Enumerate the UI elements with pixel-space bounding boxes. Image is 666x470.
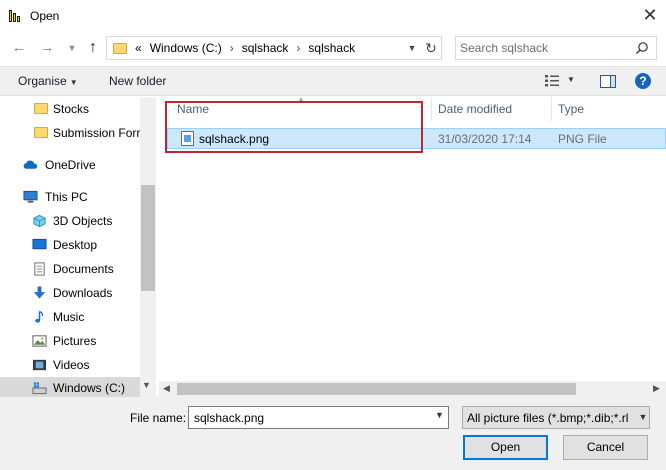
sidebar-item-label: Downloads — [53, 286, 113, 300]
command-bar: Organise ▼ New folder ▼ ? — [0, 66, 666, 96]
horizontal-scrollbar[interactable]: ◀ ▶ — [159, 381, 666, 397]
sidebar-item-label: Pictures — [53, 334, 97, 348]
sidebar-item-desktop[interactable]: Desktop — [0, 234, 140, 256]
drive-icon — [32, 382, 47, 395]
videos-icon — [32, 359, 47, 371]
preview-pane-icon[interactable] — [600, 75, 616, 88]
navigation-pane: Stocks Submission Forr OneDrive This PC … — [0, 97, 156, 397]
file-name-label: File name: — [130, 411, 187, 425]
sidebar-item-label: Videos — [53, 358, 90, 372]
address-dropdown-icon[interactable]: ▼ — [405, 40, 419, 56]
sidebar-item-label: Submission Forr — [53, 126, 140, 140]
this-pc-icon — [23, 190, 38, 203]
horizontal-scrollbar-thumb[interactable] — [177, 383, 576, 395]
organise-button[interactable]: Organise ▼ — [18, 74, 78, 88]
sidebar-item-3d-objects[interactable]: 3D Objects — [0, 210, 140, 232]
breadcrumb: « Windows (C:) › sqlshack › sqlshack — [135, 41, 355, 55]
dialog-footer: File name: sqlshack.png ▼ All picture fi… — [0, 397, 666, 470]
folder-icon — [113, 43, 127, 54]
close-icon[interactable]: ✕ — [638, 4, 662, 28]
sidebar-item-label: Windows (C:) — [53, 381, 126, 395]
back-arrow-icon[interactable]: ← — [8, 37, 30, 59]
file-date: 31/03/2020 17:14 — [438, 132, 532, 146]
sidebar-item-label: Documents — [53, 262, 114, 276]
chevron-down-icon[interactable]: ▼ — [435, 410, 444, 420]
breadcrumb-item[interactable]: sqlshack — [242, 41, 289, 55]
3d-objects-icon — [33, 214, 46, 228]
column-header-type[interactable]: Type — [558, 102, 584, 116]
search-input[interactable] — [460, 40, 630, 56]
up-arrow-icon[interactable]: ↑ — [82, 37, 104, 59]
folder-icon — [34, 127, 48, 138]
downloads-icon — [33, 286, 46, 299]
breadcrumb-separator: › — [229, 41, 234, 55]
view-options-icon[interactable] — [545, 75, 559, 87]
power-bi-icon — [9, 8, 23, 22]
column-divider[interactable] — [431, 97, 432, 121]
file-name-value: sqlshack.png — [194, 411, 265, 425]
navigation-bar: ← → ▼ ↑ « Windows (C:) › sqlshack › sqls… — [0, 32, 666, 64]
sidebar-item-documents[interactable]: Documents — [0, 258, 140, 280]
sidebar-item-label: Stocks — [53, 102, 90, 116]
new-folder-button[interactable]: New folder — [109, 74, 166, 88]
sidebar-item-videos[interactable]: Videos — [0, 354, 140, 376]
sidebar-item-onedrive[interactable]: OneDrive — [0, 154, 140, 176]
breadcrumb-separator: › — [296, 41, 301, 55]
breadcrumb-item[interactable]: sqlshack — [308, 41, 355, 55]
open-button[interactable]: Open — [463, 435, 548, 460]
sidebar-item-label: 3D Objects — [53, 214, 113, 228]
file-name-field[interactable]: sqlshack.png ▼ — [188, 406, 449, 429]
breadcrumb-overflow[interactable]: « — [135, 41, 142, 55]
documents-icon — [34, 262, 45, 276]
file-type-filter-value: All picture files (*.bmp;*.dib;*.rl — [467, 411, 629, 425]
title-bar: Open ✕ — [0, 0, 666, 31]
search-box — [455, 36, 657, 60]
chevron-right-icon[interactable]: ▶ — [653, 383, 660, 394]
chevron-left-icon[interactable]: ◀ — [163, 383, 170, 394]
folder-icon — [34, 103, 48, 114]
file-type: PNG File — [558, 132, 607, 146]
music-icon — [35, 310, 44, 323]
cancel-button[interactable]: Cancel — [563, 435, 648, 460]
pictures-icon — [32, 335, 47, 347]
refresh-icon[interactable]: ↻ — [423, 39, 439, 57]
window-title: Open — [30, 9, 60, 23]
help-icon[interactable]: ? — [635, 73, 651, 89]
sidebar-scrollbar-thumb[interactable] — [141, 185, 155, 291]
sidebar-item-pictures[interactable]: Pictures — [0, 330, 140, 352]
sidebar-item-downloads[interactable]: Downloads — [0, 282, 140, 304]
chevron-down-icon[interactable]: ▼ — [142, 380, 151, 390]
sidebar-item-submission-forms[interactable]: Submission Forr — [0, 122, 140, 144]
address-bar[interactable]: « Windows (C:) › sqlshack › sqlshack ▼ ↻ — [106, 36, 442, 60]
chevron-down-icon[interactable]: ▼ — [61, 37, 83, 59]
sidebar-item-this-pc[interactable]: This PC — [0, 186, 140, 208]
sidebar-item-label: OneDrive — [45, 158, 96, 172]
search-icon[interactable] — [635, 41, 649, 55]
sidebar-item-label: Desktop — [53, 238, 98, 252]
sidebar-item-music[interactable]: Music — [0, 306, 140, 328]
desktop-icon — [32, 238, 47, 250]
column-divider[interactable] — [551, 97, 552, 121]
file-type-filter[interactable]: All picture files (*.bmp;*.dib;*.rl ▼ — [462, 406, 650, 429]
sidebar-item-windows-c[interactable]: Windows (C:) — [0, 377, 140, 397]
forward-arrow-icon[interactable]: → — [36, 37, 58, 59]
sidebar-item-label: This PC — [45, 190, 88, 204]
sidebar-item-label: Music — [53, 310, 85, 324]
sidebar-scrollbar[interactable]: ▼ — [140, 97, 156, 397]
breadcrumb-item[interactable]: Windows (C:) — [150, 41, 222, 55]
sidebar-item-stocks[interactable]: Stocks — [0, 98, 140, 120]
chevron-down-icon: ▼ — [69, 78, 78, 87]
highlight-annotation — [165, 101, 423, 153]
file-list: ▲ Name Date modified Type sqlshack.png 3… — [157, 95, 666, 397]
chevron-down-icon[interactable]: ▼ — [635, 407, 649, 428]
onedrive-icon — [23, 160, 38, 169]
view-dropdown-icon[interactable]: ▼ — [567, 75, 575, 84]
organise-label: Organise — [18, 74, 67, 88]
column-header-date[interactable]: Date modified — [438, 102, 512, 116]
